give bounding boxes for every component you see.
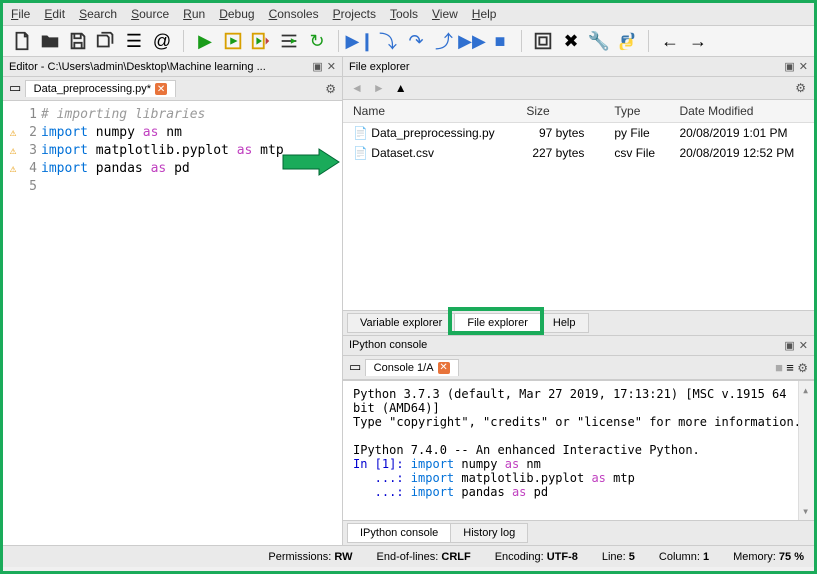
enc-value: UTF-8: [547, 551, 578, 563]
file-table: NameSizeTypeDate Modified 📄 Data_preproc…: [343, 100, 814, 310]
scrollbar[interactable]: ▴ ▾: [798, 381, 814, 521]
main-toolbar: ☰ @ ▶ ↻ ▶❙ ⤵ ↷ ⤴ ▶▶ ■ ✖ 🔧 ← →: [3, 26, 814, 57]
eol-label: End-of-lines:: [377, 551, 439, 563]
stop-kernel-icon[interactable]: ■: [775, 360, 783, 375]
open-folder-icon[interactable]: [39, 30, 61, 52]
menu-search[interactable]: Search: [79, 7, 117, 21]
undock-icon[interactable]: ▣: [312, 60, 322, 73]
rerun-icon[interactable]: ↻: [306, 30, 328, 52]
new-file-icon[interactable]: [11, 30, 33, 52]
console-output[interactable]: ▴ ▾ Python 3.7.3 (default, Mar 27 2019, …: [343, 380, 814, 521]
col-name[interactable]: Name: [343, 100, 516, 123]
enc-label: Encoding:: [495, 551, 544, 563]
code-editor[interactable]: 1# importing libraries⚠2import numpy as …: [3, 101, 342, 545]
console-options-icon[interactable]: ⚙: [797, 361, 808, 375]
continue-icon[interactable]: ▶▶: [461, 30, 483, 52]
col-date-modified[interactable]: Date Modified: [669, 100, 814, 123]
menu-help[interactable]: Help: [472, 7, 497, 21]
col-type[interactable]: Type: [604, 100, 669, 123]
editor-tab-label: Data_preprocessing.py*: [34, 83, 151, 95]
tab-ipython-console[interactable]: IPython console: [347, 523, 451, 543]
menu-projects[interactable]: Projects: [333, 7, 376, 21]
undock-icon[interactable]: ▣: [784, 339, 794, 352]
at-icon[interactable]: @: [151, 30, 173, 52]
browse-tabs-icon[interactable]: ▭: [349, 359, 361, 374]
close-pane-icon[interactable]: ✕: [799, 60, 808, 73]
menu-view[interactable]: View: [432, 7, 458, 21]
editor-tab[interactable]: Data_preprocessing.py* ✕: [25, 80, 176, 97]
clear-icon[interactable]: ≡: [786, 360, 794, 375]
arrow-annotation: [281, 147, 341, 181]
file-options-icon[interactable]: ⚙: [795, 81, 806, 95]
mem-value: 75 %: [779, 551, 804, 563]
table-row[interactable]: 📄 Dataset.csv227 bytescsv File20/08/2019…: [343, 143, 814, 163]
console-tab[interactable]: Console 1/A ✕: [365, 359, 459, 376]
menu-bar: File Edit Search Source Run Debug Consoles Proj…: [3, 3, 814, 26]
col-label: Column:: [659, 551, 700, 563]
stop-icon[interactable]: ■: [489, 30, 511, 52]
undock-icon[interactable]: ▣: [784, 60, 794, 73]
run-cell-icon[interactable]: [222, 30, 244, 52]
debug-continue-icon[interactable]: ▶❙: [349, 30, 371, 52]
run-selection-icon[interactable]: [278, 30, 300, 52]
console-tabs: IPython consoleHistory log: [343, 520, 814, 545]
tab-history-log[interactable]: History log: [450, 523, 528, 543]
list-icon[interactable]: ☰: [123, 30, 145, 52]
tools-icon[interactable]: ✖: [560, 30, 582, 52]
forward-icon[interactable]: →: [687, 30, 709, 52]
console-tab-label: Console 1/A: [374, 362, 434, 374]
line-label: Line:: [602, 551, 626, 563]
ipython-title: IPython console: [349, 339, 427, 351]
nav-back-icon[interactable]: ◄: [351, 81, 363, 95]
col-value: 1: [703, 551, 709, 563]
menu-source[interactable]: Source: [131, 7, 169, 21]
file-explorer-tabs: Variable explorerFile explorerHelp: [343, 310, 814, 335]
tab-variable-explorer[interactable]: Variable explorer: [347, 313, 455, 333]
run-icon[interactable]: ▶: [194, 30, 216, 52]
menu-consoles[interactable]: Consoles: [269, 7, 319, 21]
close-pane-icon[interactable]: ✕: [799, 339, 808, 352]
maximize-icon[interactable]: [532, 30, 554, 52]
nav-fwd-icon[interactable]: ►: [373, 81, 385, 95]
back-icon[interactable]: ←: [659, 30, 681, 52]
step-out-icon[interactable]: ⤴: [433, 30, 455, 52]
menu-debug[interactable]: Debug: [219, 7, 254, 21]
file-explorer-title: File explorer: [349, 61, 410, 73]
table-row[interactable]: 📄 Data_preprocessing.py97 bytespy File20…: [343, 123, 814, 144]
col-size[interactable]: Size: [516, 100, 604, 123]
editor-options-icon[interactable]: ⚙: [325, 82, 336, 96]
editor-pane-title: Editor - C:\Users\admin\Desktop\Machine …: [9, 61, 266, 73]
menu-run[interactable]: Run: [183, 7, 205, 21]
mem-label: Memory:: [733, 551, 776, 563]
save-all-icon[interactable]: [95, 30, 117, 52]
close-tab-icon[interactable]: ✕: [155, 83, 167, 95]
tab-help[interactable]: Help: [540, 313, 589, 333]
menu-tools[interactable]: Tools: [390, 7, 418, 21]
python-icon[interactable]: [616, 30, 638, 52]
tab-file-explorer[interactable]: File explorer: [454, 313, 541, 333]
eol-value: CRLF: [441, 551, 470, 563]
menu-edit[interactable]: Edit: [44, 7, 65, 21]
step-over-icon[interactable]: ↷: [405, 30, 427, 52]
line-value: 5: [629, 551, 635, 563]
perm-value: RW: [334, 551, 352, 563]
browse-tabs-icon[interactable]: ▭: [9, 80, 21, 95]
editor-pane: Editor - C:\Users\admin\Desktop\Machine …: [3, 57, 343, 545]
perm-label: Permissions:: [268, 551, 331, 563]
run-cell-advance-icon[interactable]: [250, 30, 272, 52]
close-tab-icon[interactable]: ✕: [438, 362, 450, 374]
wrench-icon[interactable]: 🔧: [588, 30, 610, 52]
close-pane-icon[interactable]: ✕: [327, 60, 336, 73]
menu-file[interactable]: File: [11, 7, 30, 21]
step-into-icon[interactable]: ⤵: [377, 30, 399, 52]
save-icon[interactable]: [67, 30, 89, 52]
nav-up-icon[interactable]: ▲: [395, 81, 407, 95]
status-bar: Permissions: RW End-of-lines: CRLF Encod…: [3, 545, 814, 567]
